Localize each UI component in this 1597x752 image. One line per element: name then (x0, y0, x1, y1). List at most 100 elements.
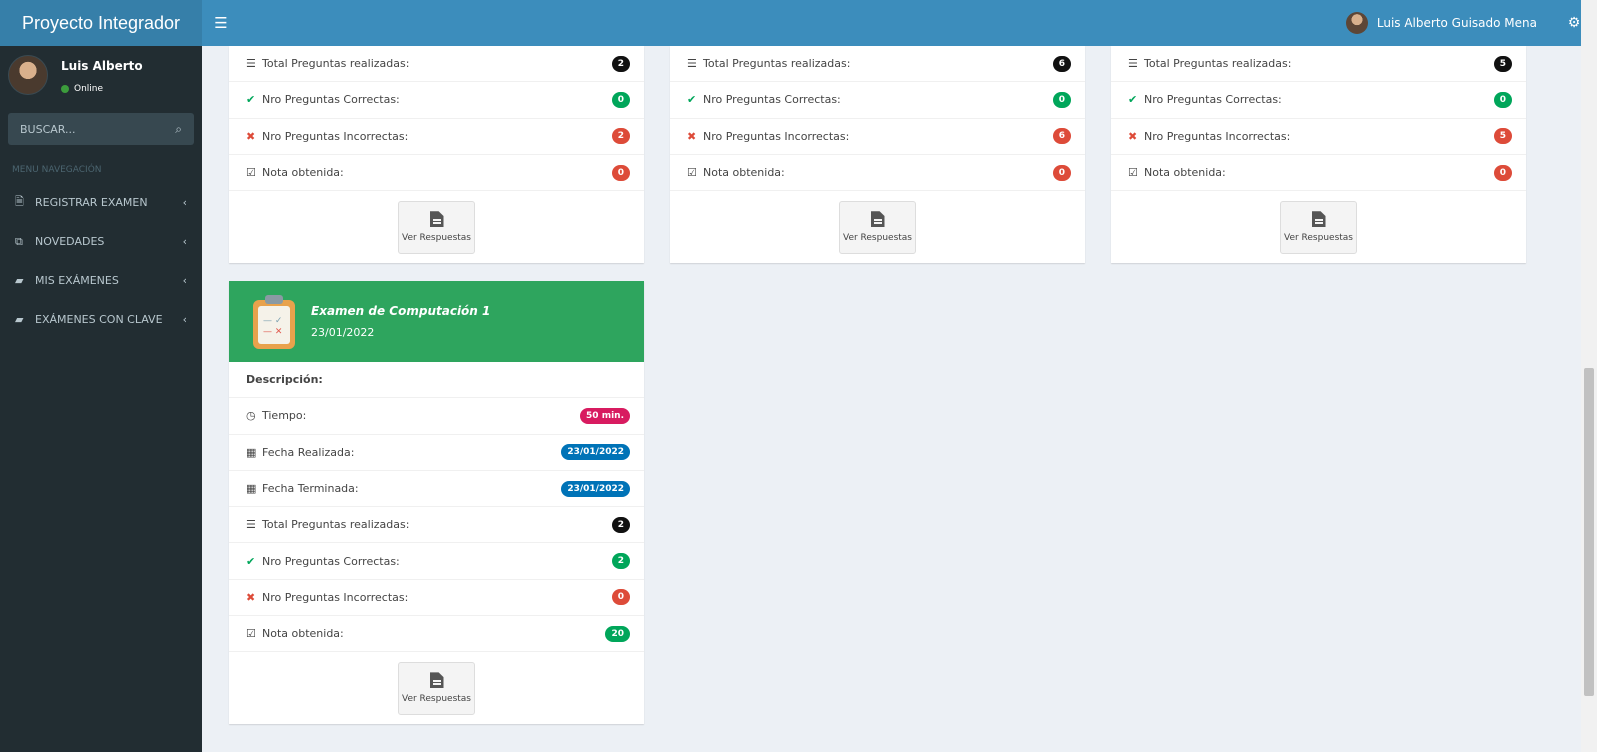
correctas-badge: 0 (1493, 91, 1512, 108)
total-row: ☰ Total Preguntas realizadas: 2 (229, 507, 644, 544)
nota-badge: 0 (1493, 164, 1512, 181)
file-text-icon: 🗎 (15, 195, 24, 208)
nota-label: Nota obtenida: (703, 166, 785, 180)
card-footer: Ver Respuestas (1111, 191, 1526, 263)
file-icon (1311, 211, 1326, 228)
search-icon[interactable]: ⌕ (175, 122, 182, 137)
fecha-terminada-badge: 23/01/2022 (561, 480, 630, 497)
total-row: ☰ Total Preguntas realizadas: 2 (229, 46, 644, 83)
tiempo-badge: 50 min. (580, 407, 630, 424)
incorrectas-row: ✖ Nro Preguntas Incorrectas: 0 (229, 580, 644, 617)
nota-row: ☑ Nota obtenida: 20 (229, 616, 644, 653)
page-scrollbar[interactable] (1581, 0, 1597, 752)
check-square-icon: ☑ (1128, 166, 1138, 180)
ver-respuestas-button[interactable]: Ver Respuestas (398, 200, 475, 254)
scrollbar-thumb[interactable] (1584, 368, 1594, 696)
check-icon: ✔ (246, 93, 256, 107)
online-dot-icon (61, 85, 69, 93)
user-menu-name: Luis Alberto Guisado Mena (1376, 16, 1537, 30)
sidebar-item-mis-examenes[interactable]: ▰ MIS EXÁMENES ‹ (0, 261, 202, 300)
sidebar-item-examenes-con-clave[interactable]: ▰ EXÁMENES CON CLAVE ‹ (0, 300, 202, 339)
nota-badge: 20 (605, 625, 630, 642)
check-square-icon: ☑ (687, 166, 697, 180)
nota-row: ☑ Nota obtenida: 0 (670, 155, 1085, 192)
nota-label: Nota obtenida: (262, 627, 344, 641)
list-icon: ☰ (246, 57, 256, 71)
incorrectas-badge: 2 (611, 128, 630, 145)
menu-header: MENU NAVEGACIÓN (12, 165, 102, 175)
descripcion-label: Descripción: (246, 373, 323, 387)
sidebar-item-registrar-examen[interactable]: 🗎 REGISTRAR EXAMEN ‹ (0, 183, 202, 222)
close-icon: ✖ (246, 590, 256, 604)
incorrectas-badge: 6 (1052, 128, 1071, 145)
clock-icon: ◷ (246, 409, 256, 423)
chevron-left-icon: ‹ (182, 313, 187, 326)
ver-respuestas-button[interactable]: Ver Respuestas (398, 661, 475, 715)
sidebar-toggle-button[interactable]: ☰ (202, 0, 240, 46)
top-navbar: ☰ Luis Alberto Guisado Mena ⚙ (202, 0, 1597, 46)
total-label: Total Preguntas realizadas: (1144, 57, 1292, 71)
exam-card: ☰ Total Preguntas realizadas: 5 ✔ Nro Pregu… (1111, 46, 1526, 264)
ver-respuestas-label: Ver Respuestas (1283, 233, 1353, 244)
nota-row: ☑ Nota obtenida: 0 (229, 155, 644, 192)
total-row: ☰ Total Preguntas realizadas: 5 (1111, 46, 1526, 83)
calendar-plus-icon: ▦ (246, 482, 257, 496)
card-footer: Ver Respuestas (229, 652, 644, 724)
user-status[interactable]: Online (61, 84, 143, 94)
total-label: Total Preguntas realizadas: (703, 57, 851, 71)
book-icon: ▰ (15, 313, 24, 326)
user-avatar-small (1345, 12, 1368, 34)
incorrectas-row: ✖ Nro Preguntas Incorrectas: 6 (670, 119, 1085, 155)
correctas-badge: 0 (1052, 91, 1071, 108)
clipboard-icon: — ✓ — ✕ (251, 294, 297, 349)
ver-respuestas-label: Ver Respuestas (401, 233, 471, 244)
sidebar-user-name: Luis Alberto (61, 59, 143, 73)
file-icon (429, 211, 444, 228)
nota-badge: 0 (1052, 164, 1071, 181)
chevron-left-icon: ‹ (182, 196, 187, 209)
sidebar-search: ⌕ (8, 113, 194, 145)
sidebar-item-novedades[interactable]: ⧉ NOVEDADES ‹ (0, 222, 202, 261)
search-input[interactable] (20, 122, 176, 136)
sidebar-item-label: MIS EXÁMENES (35, 274, 119, 287)
correctas-row: ✔ Nro Preguntas Correctas: 0 (229, 82, 644, 119)
ver-respuestas-button[interactable]: Ver Respuestas (1280, 200, 1357, 254)
navbar-right: Luis Alberto Guisado Mena ⚙ (1332, 0, 1597, 46)
check-icon: ✔ (246, 554, 256, 568)
fecha-terminada-label: Fecha Terminada: (262, 482, 359, 496)
incorrectas-label: Nro Preguntas Incorrectas: (1144, 129, 1291, 143)
calendar-icon: ▦ (246, 445, 257, 459)
incorrectas-label: Nro Preguntas Incorrectas: (262, 129, 409, 143)
close-icon: ✖ (246, 129, 256, 143)
close-icon: ✖ (687, 129, 697, 143)
exam-date: 23/01/2022 (311, 326, 375, 339)
correctas-row: ✔ Nro Preguntas Correctas: 0 (670, 82, 1085, 119)
nota-badge: 0 (611, 164, 630, 181)
user-menu[interactable]: Luis Alberto Guisado Mena (1332, 12, 1551, 34)
incorrectas-row: ✖ Nro Preguntas Incorrectas: 2 (229, 119, 644, 155)
clone-icon: ⧉ (15, 234, 23, 248)
total-label: Total Preguntas realizadas: (262, 57, 410, 71)
correctas-badge: 0 (611, 91, 630, 108)
hamburger-icon: ☰ (214, 14, 228, 32)
correctas-row: ✔ Nro Preguntas Correctas: 0 (1111, 82, 1526, 119)
exam-card: ☰ Total Preguntas realizadas: 2 ✔ Nro Pregu… (229, 46, 644, 264)
incorrectas-badge: 0 (611, 589, 630, 606)
card-footer: Ver Respuestas (670, 191, 1085, 263)
book-icon: ▰ (15, 274, 24, 287)
app-logo[interactable]: Proyecto Integrador (0, 0, 202, 46)
file-icon (870, 211, 885, 228)
correctas-label: Nro Preguntas Correctas: (262, 554, 400, 568)
descripcion-row: Descripción: (229, 362, 644, 399)
chevron-left-icon: ‹ (182, 274, 187, 287)
sidebar-item-label: NOVEDADES (35, 235, 105, 248)
correctas-badge: 2 (611, 553, 630, 570)
avatar (8, 55, 48, 95)
exam-card: ☰ Total Preguntas realizadas: 6 ✔ Nro Pregu… (670, 46, 1085, 264)
correctas-label: Nro Preguntas Correctas: (703, 93, 841, 107)
list-icon: ☰ (1128, 57, 1138, 71)
exam-card-computacion: — ✓ — ✕ Examen de Computación 1 23/01/20… (229, 281, 644, 725)
main-content: ☰ Total Preguntas realizadas: 2 ✔ Nro Pregu… (202, 46, 1581, 752)
sidebar: Luis Alberto Online ⌕ MENU NAVEGACIÓN 🗎 … (0, 46, 202, 752)
ver-respuestas-button[interactable]: Ver Respuestas (839, 200, 916, 254)
